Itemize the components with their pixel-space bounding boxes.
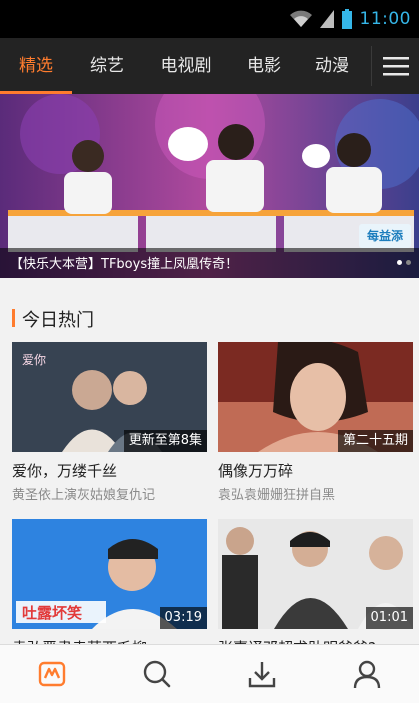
home-icon [39,661,66,687]
tab-label: 电影 [247,56,281,76]
tab-label: 电视剧 [160,56,212,76]
video-card[interactable]: 吐露坏笑 03:19 袁弘严肃卖萌西毛柳 [12,519,207,657]
wifi-icon [289,10,312,27]
status-icons: 11:00 [289,8,412,30]
tab-movies[interactable]: 电影 [230,38,298,94]
card-subtitle: 袁弘袁姗姗狂拼自黑 [218,488,336,503]
video-card[interactable]: 爱你 更新至第8集 爱你，万缕千丝 黄圣依上演灰姑娘复仇记 [12,342,207,503]
banner-caption: 【快乐大本营】TFboys撞上凤凰传奇！ [0,248,419,278]
section-accent-bar [12,309,15,327]
video-card[interactable]: 01:01 张嘉译邓超求助明爸爸? [218,519,413,657]
tab-featured[interactable]: 精选 [0,38,72,94]
video-thumbnail: 爱你 更新至第8集 [12,342,207,452]
nav-profile[interactable] [314,645,419,703]
video-card[interactable]: 第二十五期 偶像万万碎 袁弘袁姗姗狂拼自黑 [218,342,413,503]
clock: 11:00 [359,9,411,29]
hamburger-menu-icon [382,57,409,76]
menu-button[interactable] [372,38,419,94]
video-thumbnail: 01:01 [218,519,413,629]
tab-label: 精选 [19,56,53,76]
svg-text:吐露坏笑: 吐露坏笑 [22,604,82,622]
pager-dot-active [397,260,402,265]
card-subtitle: 黄圣依上演灰姑娘复仇记 [12,488,156,503]
card-title: 爱你，万缕千丝 [12,462,118,480]
duration-tag: 03:19 [159,607,207,629]
signal-icon [319,10,334,28]
tab-variety[interactable]: 综艺 [72,38,142,94]
nav-home[interactable] [0,645,105,703]
duration-tag: 01:01 [365,607,413,629]
status-bar: 11:00 [0,0,419,38]
featured-banner[interactable]: 每益添 【快乐大本营】TFboys撞上凤凰传奇！ [0,94,419,278]
video-thumbnail: 第二十五期 [218,342,413,452]
tab-label: 综艺 [90,56,124,76]
profile-icon [353,660,380,689]
banner-pager [397,260,411,265]
section-header: 今日热门 [0,296,419,342]
nav-download[interactable] [210,645,315,703]
tab-anime[interactable]: 动漫 [298,38,366,94]
banner-title: 【快乐大本营】TFboys撞上凤凰传奇！ [10,257,239,272]
download-icon [248,662,276,688]
tab-tv-series[interactable]: 电视剧 [142,38,230,94]
episode-tag: 第二十五期 [337,430,413,452]
svg-text:爱你: 爱你 [22,353,46,367]
search-icon [143,660,171,688]
nav-search[interactable] [105,645,210,703]
video-thumbnail: 吐露坏笑 03:19 [12,519,207,629]
tab-label: 动漫 [315,56,349,76]
battery-icon [341,9,352,29]
card-title: 偶像万万碎 [218,462,294,480]
category-tab-bar: 精选 综艺 电视剧 电影 动漫 [0,38,419,94]
bottom-nav-bar [0,644,419,703]
section-title: 今日热门 [22,310,94,331]
pager-dot [406,260,411,265]
episode-tag: 更新至第8集 [123,430,207,452]
sponsor-logo: 每益添 [359,224,411,248]
